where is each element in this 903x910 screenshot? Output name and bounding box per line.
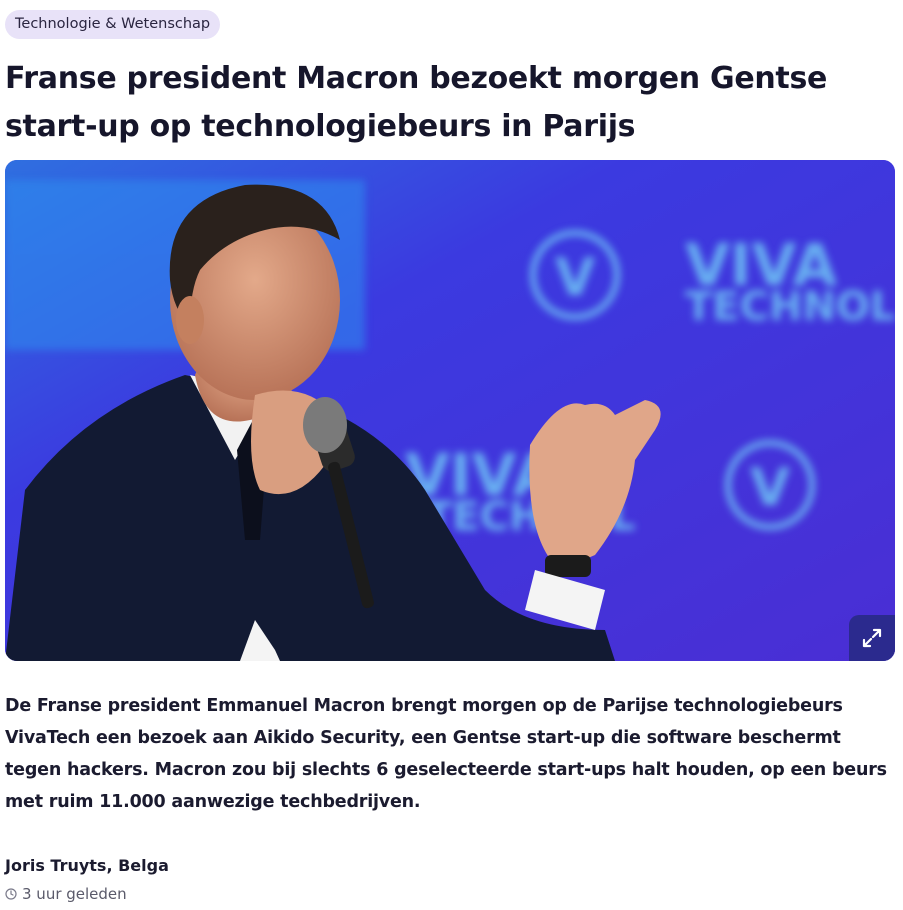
expand-image-button[interactable] [849, 615, 895, 661]
hero-image[interactable]: V VIVA TECHNOL V VIVA TECHNOL [5, 160, 895, 661]
article-timestamp: 3 uur geleden [5, 885, 127, 903]
backdrop-logo-1: V [555, 248, 595, 308]
category-tag[interactable]: Technologie & Wetenschap [5, 10, 221, 39]
article-page: Technologie & Wetenschap Franse presiden… [0, 0, 903, 910]
hero-photo: V VIVA TECHNOL V VIVA TECHNOL [5, 160, 895, 661]
backdrop-text-2: TECHNOL [685, 284, 895, 330]
article-title: Franse president Macron bezoekt morgen G… [5, 61, 828, 144]
article-lead: De Franse president Emmanuel Macron bren… [5, 696, 887, 812]
expand-icon [862, 628, 882, 648]
article-author: Joris Truyts, Belga [5, 856, 169, 875]
clock-icon [5, 888, 17, 900]
backdrop-logo-2: V [750, 458, 790, 518]
published-time: 3 uur geleden [22, 885, 127, 903]
